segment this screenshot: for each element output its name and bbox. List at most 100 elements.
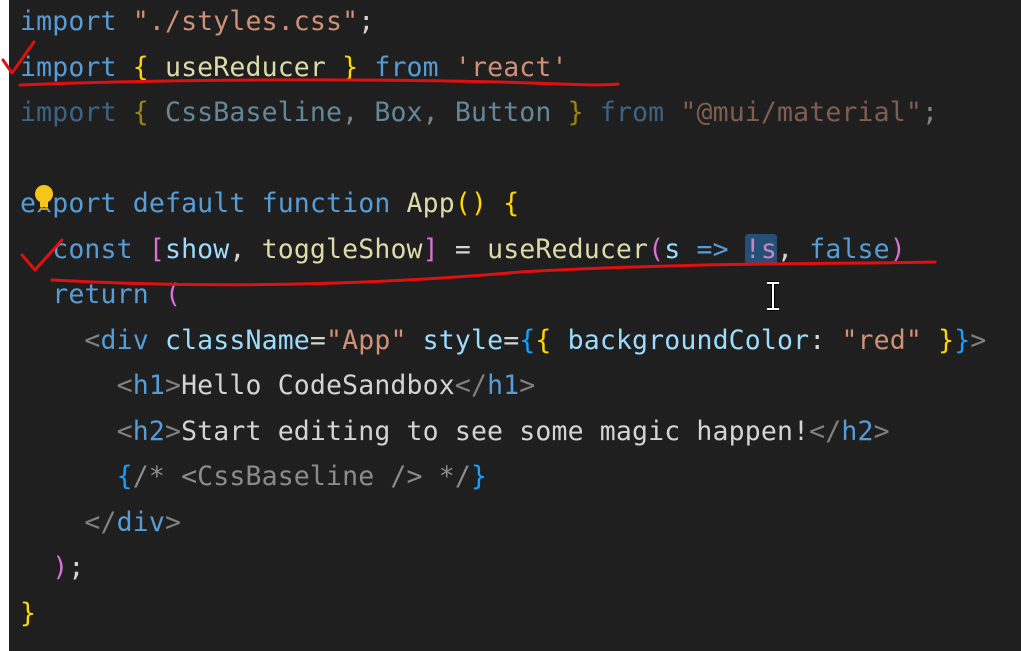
code-token: => [696, 233, 729, 265]
code-line[interactable]: {/* <CssBaseline /> */} [20, 457, 487, 497]
code-token: ( [164, 279, 182, 310]
code-token: </ [84, 506, 117, 538]
code-token: s [664, 233, 681, 265]
code-editor[interactable]: import "./styles.css"; import { useReduce… [9, 0, 1021, 651]
code-token: { [535, 324, 552, 356]
code-token: import [20, 97, 117, 128]
code-token: Button [454, 97, 552, 128]
code-line[interactable]: } [20, 594, 36, 634]
code-line[interactable]: import { CssBaseline, Box, Button } from… [20, 93, 938, 133]
code-line[interactable]: <div className="App" style={{ background… [20, 321, 986, 361]
code-token: default [132, 188, 246, 219]
code-token: > [164, 415, 182, 447]
code-token: = [438, 233, 488, 265]
code-token: h2 [841, 415, 874, 447]
selected-token: !s [744, 233, 778, 265]
code-token: style [422, 324, 504, 356]
code-token: } [567, 97, 584, 128]
code-token: , [777, 233, 810, 265]
code-token: 'react' [454, 51, 568, 83]
lightbulb-icon[interactable] [33, 184, 55, 214]
code-token: div [100, 324, 149, 356]
code-token: App [406, 188, 455, 219]
code-token: { [503, 188, 520, 219]
code-token: < [84, 324, 101, 356]
code-token: , [342, 97, 375, 128]
code-line[interactable]: </div> [20, 503, 181, 543]
code-token: [ [148, 233, 165, 265]
code-token: "red" [841, 324, 922, 356]
code-token: { [132, 97, 149, 128]
code-token: h1 [132, 370, 165, 401]
code-token: false [809, 233, 890, 265]
code-token: "App" [326, 324, 407, 356]
code-token: Start editing to see some magic happen! [181, 415, 810, 447]
code-token: : [809, 324, 842, 356]
code-token: h1 [487, 370, 520, 401]
code-token: className [164, 324, 310, 356]
code-token: > [164, 506, 182, 538]
code-token: > [164, 370, 182, 401]
code-line[interactable]: export default function App() { [20, 184, 519, 224]
code-line[interactable]: return ( [20, 275, 181, 315]
code-token: backgroundColor [567, 324, 810, 356]
code-token: ) [52, 552, 69, 583]
code-token: return [52, 279, 149, 310]
code-token: { [116, 461, 133, 492]
code-token: ; [68, 552, 85, 583]
code-token: Hello CodeSandbox [181, 370, 455, 401]
code-token: const [52, 233, 133, 265]
code-token: } [470, 461, 488, 492]
code-token: } [20, 597, 37, 629]
code-line[interactable]: <h2>Start editing to see some magic happ… [20, 412, 890, 452]
code-token: { [519, 324, 536, 356]
code-token: </ [454, 370, 488, 401]
code-line[interactable]: import "./styles.css"; [20, 2, 374, 42]
code-token: } [954, 324, 971, 356]
code-token: import [20, 51, 117, 83]
code-token: ] [422, 233, 439, 265]
i-beam-cursor-icon [767, 281, 779, 311]
code-token: < [116, 415, 133, 447]
code-token: = [309, 324, 327, 356]
code-line[interactable]: ); [20, 548, 84, 588]
code-token: </ [809, 415, 842, 447]
code-token: , [422, 97, 455, 128]
code-token: () [454, 188, 488, 219]
code-token: from [599, 97, 665, 128]
code-token: import [20, 6, 117, 37]
code-token: , [229, 233, 262, 265]
code-token: div [116, 506, 165, 538]
code-token: toggleShow [261, 233, 423, 265]
code-line[interactable]: const [show, toggleShow] = useReducer(s … [20, 230, 906, 270]
code-line[interactable]: import { useReducer } from 'react' [20, 48, 568, 88]
code-token: > [873, 415, 890, 447]
code-line[interactable]: <h1>Hello CodeSandbox</h1> [20, 366, 536, 406]
